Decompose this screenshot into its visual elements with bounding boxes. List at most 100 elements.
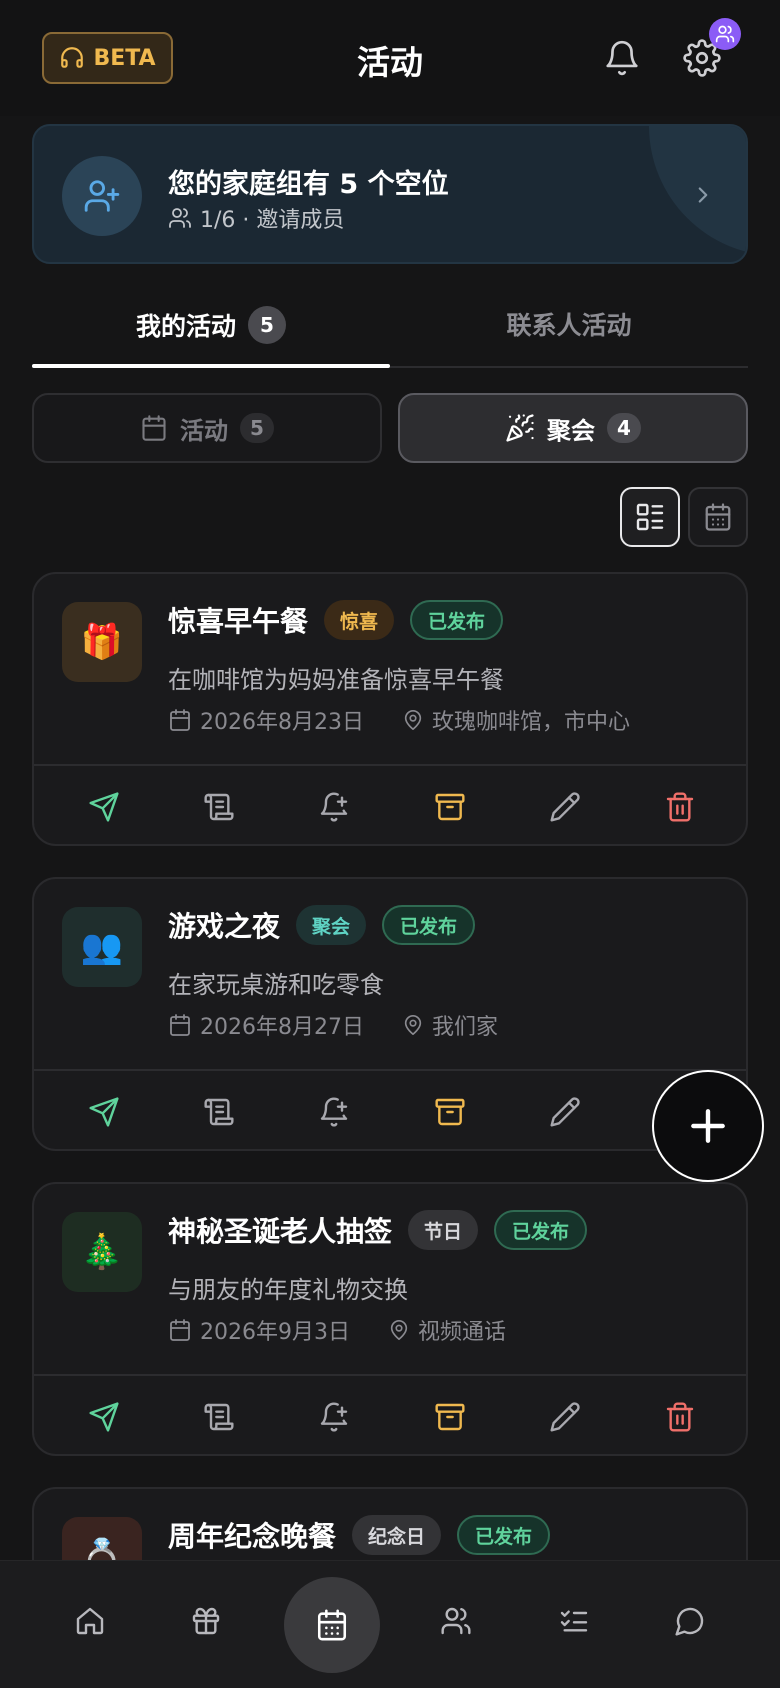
notifications-button[interactable] (600, 36, 644, 80)
event-description: 与朋友的年度礼物交换 (168, 1276, 408, 1304)
plus-icon (691, 1109, 725, 1143)
event-category-badge: 节日 (408, 1210, 479, 1250)
send-icon (89, 1097, 119, 1127)
party-popper-icon (506, 414, 534, 442)
add-reminder-button[interactable] (308, 1391, 360, 1443)
event-name: 神秘圣诞老人抽签 (168, 1215, 393, 1248)
segment-count: 4 (607, 413, 641, 443)
family-badge[interactable] (709, 18, 741, 50)
event-date: 2026年9月3日 (200, 1320, 350, 1345)
scroll-icon (204, 793, 234, 821)
event-meta: 2026年9月3日 视频通话 (168, 1314, 506, 1346)
event-name: 游戏之夜 (168, 910, 281, 943)
users-icon (169, 208, 191, 228)
pencil-icon (550, 792, 580, 822)
event-name: 周年纪念晚餐 (168, 1520, 337, 1553)
trash-icon (667, 792, 694, 822)
pencil-icon (550, 1097, 580, 1127)
nav-contacts[interactable] (426, 1591, 486, 1651)
gift-icon (192, 1607, 220, 1635)
send-invite-button[interactable] (78, 1391, 130, 1443)
pencil-icon (550, 1402, 580, 1432)
send-icon (89, 792, 119, 822)
calendar-icon (142, 415, 166, 441)
family-group-banner[interactable]: 您的家庭组有 5 个空位 1/6 · 邀请成员 (32, 124, 748, 264)
calendar-icon (170, 709, 190, 731)
family-banner-subtitle: 1/6 · 邀请成员 (168, 202, 344, 234)
bell-plus-icon (321, 1097, 348, 1127)
bell-plus-icon (321, 792, 348, 822)
calendar-icon (317, 1609, 347, 1641)
activities-screen: BETA 活动 您的家庭组有 5 个空位 1/6 · 邀请成员 我的活动 5 联… (0, 0, 780, 1688)
segment-activities[interactable]: 活动 5 (32, 393, 382, 463)
event-actions (34, 1376, 746, 1454)
list-view-icon (636, 503, 664, 531)
archive-button[interactable] (424, 1086, 476, 1138)
event-category-badge: 惊喜 (324, 600, 395, 640)
segment-parties[interactable]: 聚会 4 (398, 393, 748, 463)
notes-button[interactable] (193, 781, 245, 833)
calendar-icon (170, 1014, 190, 1036)
notes-button[interactable] (193, 1086, 245, 1138)
chevron-right-icon (690, 182, 716, 212)
map-pin-icon (404, 710, 422, 730)
calendar-view-button[interactable] (688, 487, 748, 547)
tab-label: 我的活动 (135, 312, 236, 341)
delete-button[interactable] (654, 1391, 706, 1443)
event-card[interactable]: 🎁 惊喜早午餐 惊喜 已发布 在咖啡馆为妈妈准备惊喜早午餐 2026年8月23日… (32, 572, 748, 846)
event-status-badge: 已发布 (494, 1210, 588, 1250)
add-reminder-button[interactable] (308, 1086, 360, 1138)
event-card[interactable]: 👥 游戏之夜 聚会 已发布 在家玩桌游和吃零食 2026年8月27日 我们家 (32, 877, 748, 1151)
archive-button[interactable] (424, 1391, 476, 1443)
add-reminder-button[interactable] (308, 781, 360, 833)
event-status-badge: 已发布 (382, 905, 476, 945)
archive-icon (435, 793, 465, 821)
delete-button[interactable] (654, 781, 706, 833)
add-member-avatar (62, 156, 142, 236)
checklist-icon (560, 1610, 588, 1632)
add-event-button[interactable] (652, 1070, 764, 1182)
send-invite-button[interactable] (78, 781, 130, 833)
event-card[interactable]: 🎄 神秘圣诞老人抽签 节日 已发布 与朋友的年度礼物交换 2026年9月3日 视… (32, 1182, 748, 1456)
scroll-icon (204, 1098, 234, 1126)
trash-icon (667, 1402, 694, 1432)
event-icon: 👥 (62, 907, 142, 987)
users-icon (441, 1607, 471, 1635)
notes-button[interactable] (193, 1391, 245, 1443)
family-banner-subtitle-text: 1/6 · 邀请成员 (200, 208, 345, 233)
bell-icon (606, 40, 638, 76)
top-bar: BETA 活动 (0, 0, 780, 116)
event-category-badge: 纪念日 (352, 1515, 442, 1555)
event-title-row: 神秘圣诞老人抽签 节日 已发布 (168, 1210, 588, 1250)
map-pin-icon (390, 1320, 408, 1340)
event-name: 惊喜早午餐 (168, 605, 309, 638)
event-meta: 2026年8月27日 我们家 (168, 1009, 498, 1041)
edit-button[interactable] (539, 1391, 591, 1443)
tab-label: 联系人活动 (506, 311, 632, 340)
list-view-button[interactable] (620, 487, 680, 547)
nav-home[interactable] (60, 1591, 120, 1651)
send-invite-button[interactable] (78, 1086, 130, 1138)
event-actions (34, 766, 746, 844)
active-tab-indicator (32, 364, 390, 368)
event-location: 视频通话 (417, 1320, 506, 1345)
event-title-row: 周年纪念晚餐 纪念日 已发布 (168, 1515, 551, 1555)
tab-contact-activities[interactable]: 联系人活动 (390, 306, 748, 342)
event-emoji: 🎄 (80, 1232, 124, 1272)
home-icon (76, 1607, 104, 1635)
nav-activities[interactable] (284, 1577, 380, 1673)
event-description: 在咖啡馆为妈妈准备惊喜早午餐 (168, 666, 504, 694)
event-title-row: 游戏之夜 聚会 已发布 (168, 905, 476, 945)
archive-button[interactable] (424, 781, 476, 833)
nav-gifts[interactable] (176, 1591, 236, 1651)
tab-my-activities[interactable]: 我的活动 5 (32, 306, 390, 344)
event-category-badge: 聚会 (296, 905, 367, 945)
edit-button[interactable] (539, 1086, 591, 1138)
nav-messages[interactable] (660, 1591, 720, 1651)
calendar-grid-icon (705, 503, 731, 531)
event-location: 玫瑰咖啡馆，市中心 (431, 710, 630, 735)
edit-button[interactable] (539, 781, 591, 833)
chat-bubble-icon (675, 1607, 704, 1636)
nav-tasks[interactable] (544, 1591, 604, 1651)
user-plus-icon (84, 180, 120, 212)
